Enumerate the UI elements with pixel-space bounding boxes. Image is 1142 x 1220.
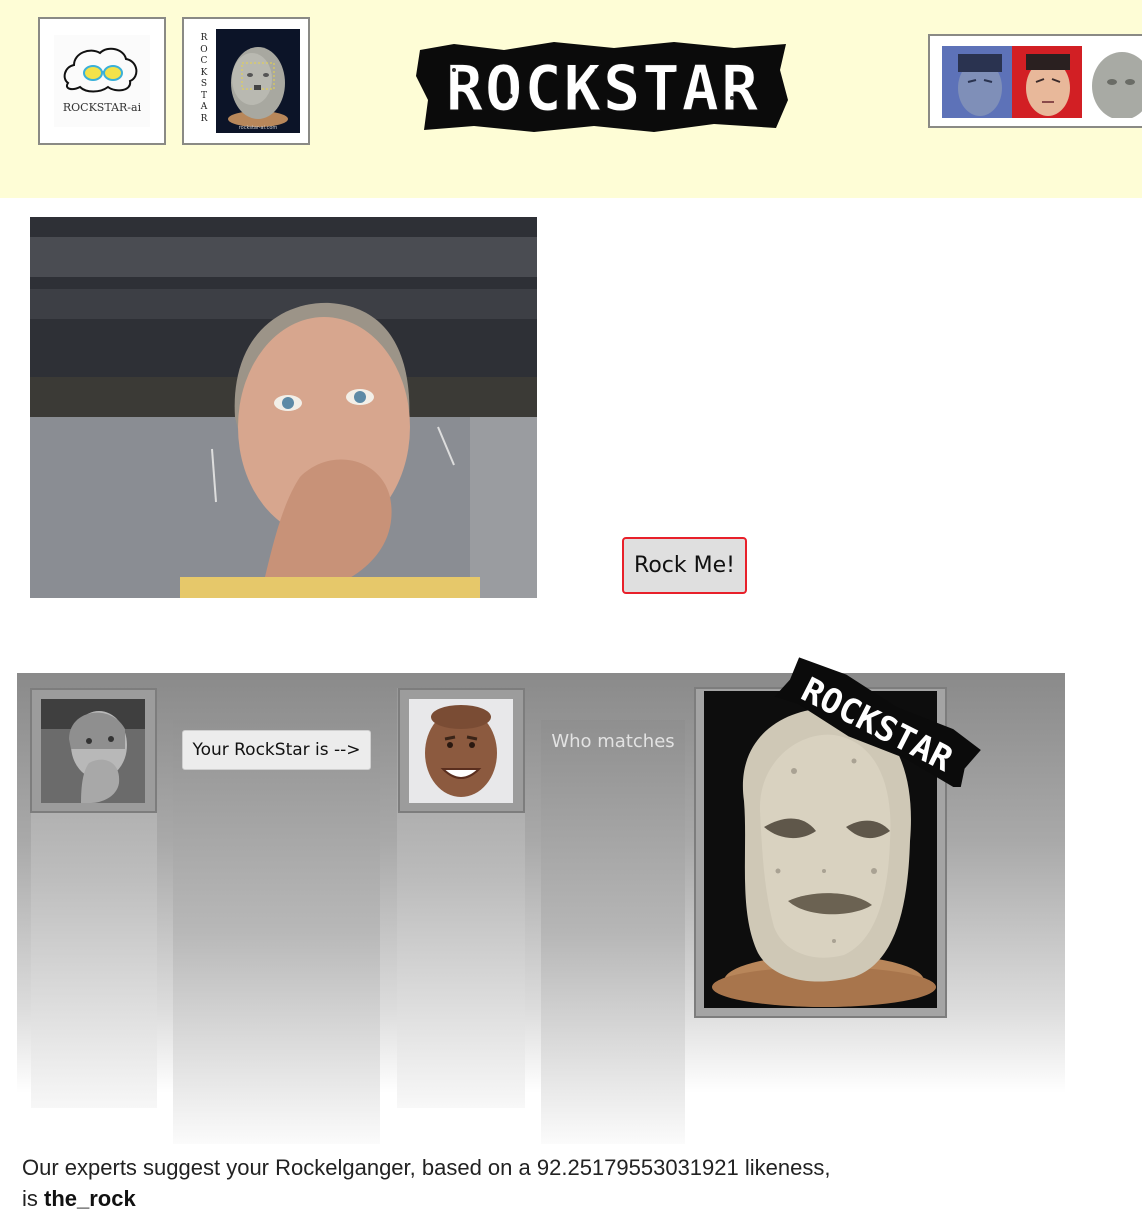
match-name: the_rock: [44, 1186, 136, 1211]
stone-caption: rockstar-ai.com: [238, 125, 278, 131]
rockstar-badge: ROCKSTAR: [774, 657, 981, 787]
rockstar-stone-logo-link[interactable]: R O C K S T A R rockstar-ai.com: [182, 17, 310, 145]
sentence-prefix: Our experts suggest your Rockelganger, b…: [22, 1155, 537, 1180]
rock-me-button[interactable]: Rock Me!: [622, 537, 747, 594]
who-matches-label: Who matches: [551, 731, 675, 752]
svg-text:ROCKSTAR: ROCKSTAR: [446, 52, 761, 125]
logo-text: ROCKSTAR-ai: [62, 101, 142, 114]
vertical-rockstar-text: R O C K S T A R: [200, 33, 208, 124]
rockstar-brand-logo: ROCKSTAR: [416, 42, 788, 132]
results-panel: Your RockStar is --> Who matches ROCKSTA…: [17, 657, 1065, 1144]
spock-blue-face-icon: [942, 46, 1012, 118]
spock-red-face-icon: [1012, 46, 1082, 118]
who-matches-column: [541, 720, 685, 1144]
sentence-is: is: [22, 1186, 44, 1211]
face-strip-link[interactable]: [928, 34, 1142, 128]
stone-face-image: rockstar-ai.com: [216, 29, 300, 133]
result-sentence: Our experts suggest your Rockelganger, b…: [22, 1152, 1022, 1214]
rockstar-ai-logo: ROCKSTAR-ai: [54, 35, 150, 127]
cloud-logo-icon: [63, 47, 138, 93]
stone-face-icon: [1082, 46, 1142, 118]
sentence-middle: likeness,: [738, 1155, 831, 1180]
celebrity-match-thumbnail: [398, 688, 525, 813]
likeness-score: 92.25179553031921: [536, 1155, 739, 1180]
your-rockstar-label: Your RockStar is -->: [182, 730, 371, 770]
rockstar-ai-logo-link[interactable]: ROCKSTAR-ai: [38, 17, 166, 145]
user-grayscale-thumbnail: [30, 688, 157, 813]
webcam-photo: [30, 217, 537, 598]
site-header: ROCKSTAR-ai R O C K S T A R rockstar-ai.…: [0, 0, 1142, 198]
label-column: [173, 720, 380, 1144]
